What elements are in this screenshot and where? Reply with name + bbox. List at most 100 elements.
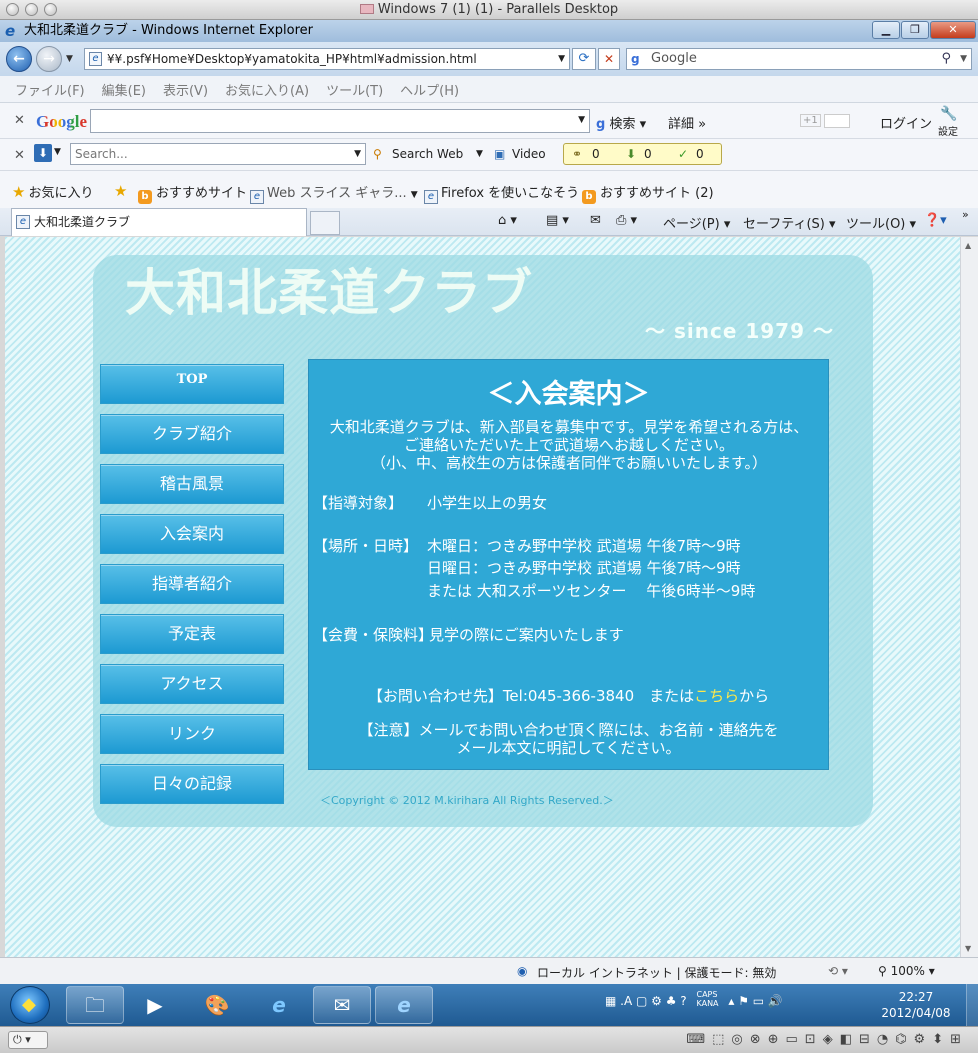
nav-instructors[interactable]: 指導者紹介 [100, 564, 284, 604]
google-icon: g [631, 52, 640, 66]
scroll-up-icon[interactable]: ▲ [965, 241, 971, 250]
nav-diary[interactable]: 日々の記録 [100, 764, 284, 804]
google-toolbar-input[interactable]: ▼ [90, 109, 590, 133]
scroll-down-icon[interactable]: ▼ [965, 944, 971, 953]
page-icon: e [89, 52, 102, 66]
fav-item-firefox[interactable]: e Firefox を使いこなそう [424, 182, 579, 204]
print-icon[interactable]: ⎙ ▾ [616, 213, 637, 228]
gplus-button[interactable]: +1 [800, 114, 821, 127]
close-toolbar-icon[interactable]: ✕ [14, 113, 25, 128]
fav-item-recommended[interactable]: b おすすめサイト [138, 182, 247, 204]
close-button[interactable]: ✕ [930, 21, 976, 39]
place-label: 【場所・日時】 [313, 537, 419, 555]
paint-taskbar-icon[interactable]: 🎨 [188, 986, 246, 1024]
tools-menu[interactable]: ツール(O) ▾ [846, 213, 916, 232]
mac-minimize-button[interactable] [25, 3, 38, 16]
menu-edit[interactable]: 編集(E) [102, 80, 146, 99]
show-desktop-button[interactable] [966, 984, 978, 1026]
add-favorite-icon[interactable]: ★ [114, 182, 130, 200]
nav-links[interactable]: リンク [100, 714, 284, 754]
menu-view[interactable]: 表示(V) [163, 80, 208, 99]
counter-box[interactable]: ⚭ 0 ⬇ 0 ✓ 0 [563, 143, 722, 165]
webslice-dropdown-icon[interactable]: ▼ [411, 190, 418, 200]
menu-help[interactable]: ヘルプ(H) [400, 80, 459, 99]
schedule-line: または 大和スポーツセンター 午後6時半～9時 [427, 582, 756, 600]
counter-links: 0 [592, 147, 600, 161]
device-icons[interactable]: ⌨⬚◎⊗⊕▭⊡◈◧⊟◔⌬⚙⬍⊞ [686, 1032, 968, 1047]
menu-tools[interactable]: ツール(T) [326, 80, 383, 99]
wrench-icon[interactable]: 🔧 [940, 106, 957, 122]
contact-link[interactable]: こちら [694, 687, 739, 705]
download-dropdown-icon[interactable]: ▼ [54, 147, 61, 157]
google-search-button[interactable]: g 検索 ▾ [596, 113, 646, 132]
back-button[interactable]: ← [6, 46, 32, 72]
search-dropdown-icon[interactable]: ▼ [960, 49, 967, 69]
login-link[interactable]: ログイン [880, 113, 932, 132]
ime-icon[interactable]: ▦ .A ▢ ⚙ ♣ ? [605, 994, 687, 1008]
tray-icons[interactable]: ▴ ⚑ ▭ 🔊 [728, 994, 783, 1008]
search-web-button[interactable]: Search Web [392, 147, 463, 161]
more-commands-icon[interactable]: » [962, 208, 969, 221]
nav-access[interactable]: アクセス [100, 664, 284, 704]
vertical-scrollbar[interactable]: ▲ ▼ [960, 237, 978, 957]
restore-button[interactable]: ❐ [901, 21, 929, 39]
ie-active-taskbar-icon[interactable]: e [375, 986, 433, 1024]
home-icon[interactable]: ⌂ ▾ [498, 213, 517, 228]
media-player-taskbar-icon[interactable]: ▶ [126, 986, 184, 1024]
nav-club[interactable]: クラブ紹介 [100, 414, 284, 454]
zoom-control[interactable]: ⚲ 100% ▾ [878, 964, 935, 978]
popup-icon[interactable]: ⟲ ▾ [828, 964, 848, 978]
new-tab-button[interactable] [310, 211, 340, 235]
tab-bar: e 大和北柔道クラブ ⌂ ▾ ▤ ▾ ✉ ⎙ ▾ ページ(P) ▾ セーフティ(S… [0, 208, 978, 236]
fav-item-recommended-2[interactable]: b おすすめサイト (2) [582, 182, 714, 204]
ie-taskbar-icon[interactable]: e [250, 986, 308, 1024]
download-icon[interactable]: ⬇ [34, 144, 52, 162]
favorites-button[interactable]: ★ お気に入り [12, 182, 93, 201]
power-button[interactable]: ⏻ ▾ [8, 1031, 48, 1049]
nav-top[interactable]: TOP [100, 364, 284, 404]
forward-button[interactable]: → [36, 46, 62, 72]
safety-menu[interactable]: セーフティ(S) ▾ [743, 213, 836, 232]
google-more-button[interactable]: 詳細 » [668, 113, 706, 132]
stop-button[interactable]: ✕ [598, 48, 620, 70]
minimize-button[interactable]: ▁ [872, 21, 900, 39]
close-search-toolbar-icon[interactable]: ✕ [14, 148, 25, 163]
fav-item-webslice[interactable]: e Web スライス ギャラ... ▼ [250, 182, 418, 204]
address-bar[interactable]: e ¥¥.psf¥Home¥Desktop¥yamatokita_HP¥html… [84, 48, 570, 70]
nav-practice[interactable]: 稽古風景 [100, 464, 284, 504]
refresh-button[interactable]: ⟳ [572, 48, 596, 70]
counter-checks: 0 [696, 147, 704, 161]
settings-label[interactable]: 設定 [938, 123, 958, 138]
mac-window-controls [6, 3, 57, 16]
content-heading: ＜入会案内＞ [487, 379, 650, 410]
site-title: 大和北柔道クラブ [125, 264, 533, 322]
search-web-dropdown-icon[interactable]: ▼ [476, 149, 483, 159]
nav-schedule[interactable]: 予定表 [100, 614, 284, 654]
mac-zoom-button[interactable] [44, 3, 57, 16]
search-box[interactable]: g Google ⚲ ▼ [626, 48, 972, 70]
schedule-line: 日曜日：つきみ野中学校 武道場 午後7時～9時 [427, 559, 741, 577]
feeds-icon[interactable]: ▤ ▾ [546, 213, 569, 228]
clock[interactable]: 22:27 2012/04/08 [880, 989, 952, 1021]
mac-close-button[interactable] [6, 3, 19, 16]
start-button[interactable] [10, 986, 50, 1024]
history-dropdown-icon[interactable]: ▼ [66, 54, 73, 64]
video-button[interactable]: Video [512, 147, 546, 161]
mail-icon[interactable]: ✉ [590, 213, 601, 228]
ie-window-title: 大和北柔道クラブ - Windows Internet Explorer [24, 23, 313, 38]
search-icon[interactable]: ⚲ [941, 49, 951, 69]
google-input-dropdown-icon[interactable]: ▼ [578, 115, 585, 125]
windows-taskbar: 🗀 ▶ 🎨 e ✉ e ▦ .A ▢ ⚙ ♣ ? CAPSKANA ▴ ⚑ ▭ … [0, 984, 978, 1026]
help-icon[interactable]: ❓▾ [924, 213, 947, 228]
toolbar-search-dropdown-icon[interactable]: ▼ [354, 144, 361, 164]
windows-vm-icon [359, 4, 374, 14]
address-dropdown-icon[interactable]: ▼ [558, 49, 565, 69]
explorer-taskbar-icon[interactable]: 🗀 [66, 986, 124, 1024]
menu-favorites[interactable]: お気に入り(A) [225, 80, 309, 99]
menu-file[interactable]: ファイル(F) [15, 80, 85, 99]
mail-taskbar-icon[interactable]: ✉ [313, 986, 371, 1024]
page-menu[interactable]: ページ(P) ▾ [663, 213, 730, 232]
tab-current[interactable]: e 大和北柔道クラブ [11, 208, 307, 236]
nav-admission[interactable]: 入会案内 [100, 514, 284, 554]
toolbar-search-input[interactable]: Search... ▼ [70, 143, 366, 165]
